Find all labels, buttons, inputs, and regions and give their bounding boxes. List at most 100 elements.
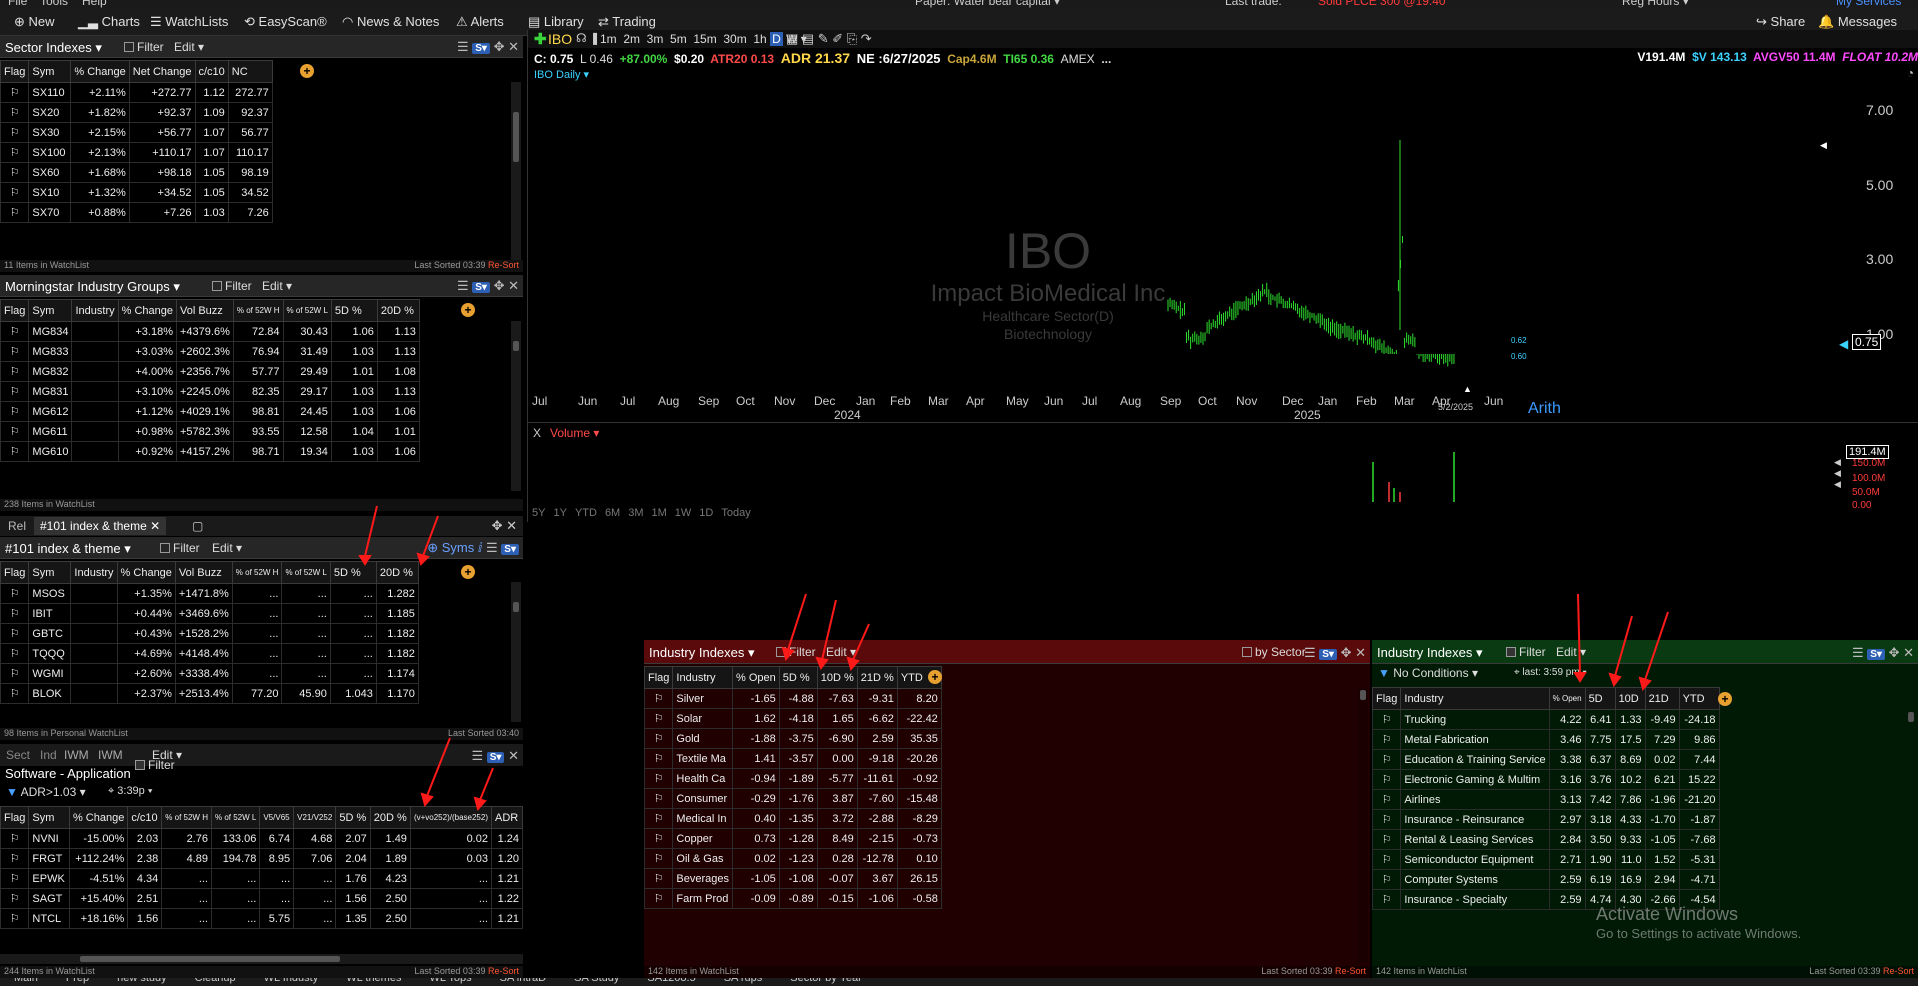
syms-link[interactable]: ⊕ Syms ⅈ bbox=[427, 540, 482, 555]
alerts-button[interactable]: ⚠ Alerts bbox=[456, 14, 504, 30]
column-header[interactable]: Sym bbox=[28, 806, 70, 829]
scroll-thumb[interactable] bbox=[1360, 690, 1366, 700]
time-selector[interactable]: ⌖ 3:39p ▾ bbox=[108, 785, 152, 798]
flag-icon[interactable]: ⚐ bbox=[0, 162, 30, 183]
column-header[interactable]: 5D % bbox=[329, 561, 377, 584]
column-header[interactable]: % of 52W L bbox=[281, 561, 331, 584]
flag-icon[interactable]: ⚐ bbox=[1372, 749, 1402, 770]
table-row[interactable]: ⚐ Electronic Gaming & Multim 3.16 3.76 10.2 6… bbox=[1372, 769, 1720, 790]
column-header[interactable]: Flag bbox=[0, 60, 30, 83]
s-badge-icon[interactable]: S▾ bbox=[472, 282, 490, 293]
arith-toggle[interactable]: Arith bbox=[1528, 400, 1561, 418]
table-row[interactable]: ⚐ IBIT +0.44% +3469.6%......... 1.185 bbox=[0, 603, 419, 624]
volume-label[interactable]: Volume ▾ bbox=[550, 426, 599, 440]
tab-theme[interactable]: #101 index & theme ✕ bbox=[34, 517, 167, 535]
flag-icon[interactable]: ⚐ bbox=[0, 643, 30, 664]
column-header[interactable]: V5/V65 bbox=[259, 806, 295, 829]
flag-icon[interactable]: ⚐ bbox=[0, 102, 30, 123]
tab-iwm-2[interactable]: IWM bbox=[98, 748, 123, 762]
layout-tab[interactable]: WL themes bbox=[332, 978, 415, 984]
table-row[interactable]: ⚐ Textile Ma 1.41 -3.57 0.00 -9.18 -20.26 bbox=[644, 748, 942, 769]
column-header[interactable]: 20D % bbox=[375, 561, 419, 584]
column-header[interactable]: % Change bbox=[117, 299, 178, 322]
flag-icon[interactable]: ⚐ bbox=[0, 888, 30, 909]
table-row[interactable]: ⚐ SX20 +1.82% +92.37 1.09 92.37 bbox=[0, 102, 273, 123]
flag-icon[interactable]: ⚐ bbox=[644, 868, 674, 889]
flag-icon[interactable]: ⚐ bbox=[644, 708, 674, 729]
column-header[interactable]: Sym bbox=[28, 60, 72, 83]
flag-icon[interactable]: ⚐ bbox=[0, 663, 30, 684]
volume-close-icon[interactable]: X bbox=[533, 426, 541, 440]
column-header[interactable]: Vol Buzz bbox=[174, 561, 233, 584]
column-header[interactable]: 21D bbox=[1644, 687, 1680, 710]
panel-title[interactable]: Industry Indexes ▾ bbox=[649, 645, 755, 661]
scroll-thumb[interactable] bbox=[513, 112, 519, 162]
column-header[interactable]: 20D % bbox=[376, 299, 420, 322]
scrollbar[interactable] bbox=[1906, 710, 1916, 964]
layout-tab[interactable]: Prep bbox=[52, 978, 103, 984]
table-row[interactable]: ⚐ MG612 +1.12% +4029.1% 98.81 24.45 1.03 1.06 bbox=[0, 401, 420, 422]
table-row[interactable]: ⚐ Trucking 4.22 6.41 1.33 -9.49 -24.18 bbox=[1372, 709, 1720, 730]
column-header[interactable]: % Change bbox=[116, 561, 176, 584]
table-row[interactable]: ⚐ NVNI -15.00% 2.03 2.76 133.06 6.74 4.68 2.07 1.… bbox=[0, 828, 523, 849]
column-header[interactable]: % of 52W H bbox=[232, 299, 284, 322]
table-row[interactable]: ⚐ Solar 1.62 -4.18 1.65 -6.62 -22.42 bbox=[644, 708, 942, 729]
flag-icon[interactable]: ⚐ bbox=[1372, 849, 1402, 870]
panel-title[interactable]: Morningstar Industry Groups ▾ bbox=[5, 279, 180, 295]
flag-icon[interactable]: ⚐ bbox=[1372, 769, 1402, 790]
flag-icon[interactable]: ⚐ bbox=[0, 122, 30, 143]
sector-scrollbar[interactable] bbox=[511, 82, 521, 272]
column-header[interactable]: Flag bbox=[0, 561, 30, 584]
column-header[interactable]: 5D bbox=[1584, 687, 1616, 710]
scrollbar[interactable] bbox=[511, 582, 521, 722]
flag-icon[interactable]: ⚐ bbox=[644, 768, 674, 789]
column-header[interactable]: 10D % bbox=[816, 666, 858, 689]
column-header[interactable]: % Change bbox=[68, 806, 129, 829]
column-header[interactable]: % of 52W H bbox=[161, 806, 212, 829]
column-header[interactable]: 5D % bbox=[330, 299, 378, 322]
menu-icon[interactable]: ☰ bbox=[471, 748, 483, 763]
flag-icon[interactable]: ⚐ bbox=[0, 908, 30, 929]
table-row[interactable]: ⚐ EPWK -4.51% 4.34............ 1.76 4.23... 1.… bbox=[0, 868, 523, 889]
table-row[interactable]: ⚐ Health Ca -0.94 -1.89 -5.77 -11.61 -0.92 bbox=[644, 768, 942, 789]
tab-sect[interactable]: Sect bbox=[6, 748, 30, 762]
my-services-link[interactable]: My Services bbox=[1836, 0, 1901, 8]
s-badge-icon[interactable]: S▾ bbox=[1867, 649, 1885, 660]
range-button[interactable]: 1D bbox=[699, 507, 713, 519]
flag-icon[interactable]: ⚐ bbox=[644, 748, 674, 769]
column-header[interactable]: 10D bbox=[1614, 687, 1646, 710]
column-header[interactable]: YTD bbox=[1678, 687, 1720, 710]
table-row[interactable]: ⚐ Education & Training Service 3.38 6.37 8.6… bbox=[1372, 749, 1720, 770]
menu-tools[interactable]: Tools bbox=[40, 0, 68, 8]
table-row[interactable]: ⚐ NTCL +18.16% 1.56...... 5.75... 1.35 2.50...… bbox=[0, 908, 523, 929]
s-badge-icon[interactable]: S▾ bbox=[501, 544, 519, 555]
column-header[interactable]: % of 52W L bbox=[282, 299, 332, 322]
table-row[interactable]: ⚐ WGMI +2.60% +3338.4%......... 1.174 bbox=[0, 663, 419, 684]
column-header[interactable]: NC bbox=[227, 60, 273, 83]
layout-tab[interactable]: SA rups bbox=[710, 978, 777, 984]
column-header[interactable]: Industry bbox=[1400, 687, 1550, 710]
column-header[interactable]: % Open bbox=[732, 666, 780, 689]
flag-icon[interactable]: ⚐ bbox=[1372, 809, 1402, 830]
by-sector-toggle[interactable]: by Sector bbox=[1242, 645, 1306, 659]
flag-icon[interactable]: ⚐ bbox=[644, 848, 674, 869]
table-row[interactable]: ⚐ Copper 0.73 -1.28 8.49 -2.15 -0.73 bbox=[644, 828, 942, 849]
resort-link[interactable]: Re-Sort bbox=[488, 966, 519, 976]
table-row[interactable]: ⚐ SX60 +1.68% +98.18 1.05 98.19 bbox=[0, 162, 273, 183]
column-header[interactable]: ADR bbox=[490, 806, 523, 829]
menu-icon[interactable]: ☰ bbox=[486, 540, 498, 555]
flag-icon[interactable]: ⚐ bbox=[0, 583, 30, 604]
table-row[interactable]: ⚐ Metal Fabrication 3.46 7.75 17.5 7.29 9.86 bbox=[1372, 729, 1720, 750]
table-row[interactable]: ⚐ MG833 +3.03% +2602.3% 76.94 31.49 1.03 1.13 bbox=[0, 341, 420, 362]
edit-menu[interactable]: Edit ▾ bbox=[1556, 645, 1586, 659]
column-header[interactable]: V21/V252 bbox=[293, 806, 337, 829]
move-icon[interactable]: ✥ bbox=[494, 39, 505, 54]
table-row[interactable]: ⚐ MG610 +0.92% +4157.2% 98.71 19.34 1.03 1.06 bbox=[0, 441, 420, 462]
table-row[interactable]: ⚐ Oil & Gas 0.02 -1.23 0.28 -12.78 0.10 bbox=[644, 848, 942, 869]
flag-icon[interactable]: ⚐ bbox=[0, 441, 30, 462]
layout-tab[interactable]: Main bbox=[0, 978, 52, 984]
column-header[interactable]: 5D % bbox=[778, 666, 818, 689]
flag-icon[interactable]: ⚐ bbox=[0, 182, 30, 203]
scroll-thumb[interactable] bbox=[80, 956, 340, 962]
flag-icon[interactable]: ⚐ bbox=[644, 888, 674, 909]
